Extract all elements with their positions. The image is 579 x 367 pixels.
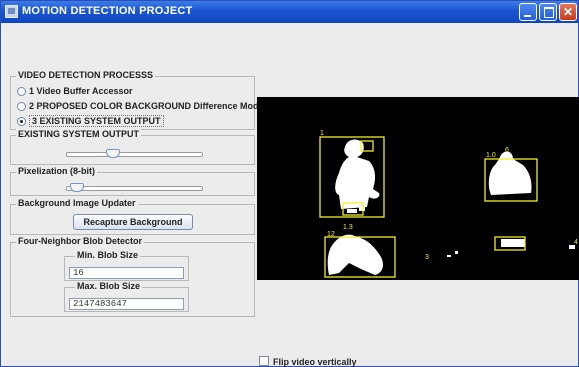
radio-indicator[interactable] <box>17 87 26 96</box>
blob-label: 4 <box>574 239 578 246</box>
video-output-panel: 1 12 1.3 1.0 4 3 6 <box>257 97 579 280</box>
checkbox-indicator[interactable] <box>259 356 269 366</box>
pixelization-group: Pixelization (8-bit) <box>10 166 255 196</box>
background-updater-group: Background Image Updater Recapture Backg… <box>10 198 255 235</box>
radio-label: 1 Video Buffer Accessor <box>29 86 133 96</box>
person-blob-3 <box>327 234 383 275</box>
radio-indicator-selected[interactable] <box>17 117 26 126</box>
radio-label: 3 EXISTING SYSTEM OUTPUT <box>29 115 164 127</box>
app-window: MOTION DETECTION PROJECT ✕ VIDEO DETECTI… <box>0 0 579 367</box>
window-title: MOTION DETECTION PROJECT <box>22 5 193 17</box>
existing-output-group: EXISTING SYSTEM OUTPUT <box>10 129 255 165</box>
radio-label: 2 PROPOSED COLOR BACKGROUND Difference M… <box>29 101 267 111</box>
group-legend: Background Image Updater <box>16 198 138 208</box>
flip-vertical-checkbox[interactable]: Flip video vertically <box>259 356 357 367</box>
max-blob-label: Max. Blob Size <box>75 281 143 291</box>
max-blob-subgroup: Max. Blob Size 2147483647 <box>64 281 189 312</box>
max-blob-size-input[interactable]: 2147483647 <box>69 298 184 310</box>
app-icon <box>5 5 18 18</box>
blob-label: 1.0 <box>486 152 496 159</box>
group-legend: Four-Neighbor Blob Detector <box>16 236 144 246</box>
group-legend: VIDEO DETECTION PROCESSS <box>16 70 156 80</box>
pixelization-slider-thumb[interactable] <box>69 183 84 192</box>
blob-label: 1 <box>320 130 324 137</box>
close-button[interactable]: ✕ <box>559 3 577 21</box>
group-legend: Pixelization (8-bit) <box>16 166 98 176</box>
video-detection-group: VIDEO DETECTION PROCESSS 1 Video Buffer … <box>10 70 266 130</box>
blob-detector-group: Four-Neighbor Blob Detector Min. Blob Si… <box>10 236 255 317</box>
radio-video-buffer[interactable]: 1 Video Buffer Accessor <box>17 86 133 96</box>
pixelization-slider-track[interactable] <box>66 186 203 191</box>
video-frame: 1 12 1.3 1.0 4 3 6 <box>319 130 578 278</box>
recapture-background-button[interactable]: Recapture Background <box>73 214 193 230</box>
flip-label: Flip video vertically <box>273 357 357 367</box>
min-blob-size-input[interactable]: 16 <box>69 267 184 279</box>
group-legend: EXISTING SYSTEM OUTPUT <box>16 129 142 139</box>
minimize-button[interactable] <box>519 3 537 21</box>
blob-label: 6 <box>505 147 509 154</box>
blob-label: 1.3 <box>343 224 353 231</box>
radio-proposed-model[interactable]: 2 PROPOSED COLOR BACKGROUND Difference M… <box>17 101 266 111</box>
blob-label: 12 <box>327 231 335 238</box>
min-blob-subgroup: Min. Blob Size 16 <box>64 250 189 281</box>
title-bar[interactable]: MOTION DETECTION PROJECT ✕ <box>1 1 578 23</box>
existing-output-slider-track[interactable] <box>66 152 203 157</box>
radio-indicator[interactable] <box>17 102 26 111</box>
noise-blobs <box>347 205 575 257</box>
radio-existing-output[interactable]: 3 EXISTING SYSTEM OUTPUT <box>17 115 164 127</box>
min-blob-label: Min. Blob Size <box>75 250 141 260</box>
blob-label: 3 <box>425 254 429 261</box>
maximize-button[interactable] <box>539 3 557 21</box>
